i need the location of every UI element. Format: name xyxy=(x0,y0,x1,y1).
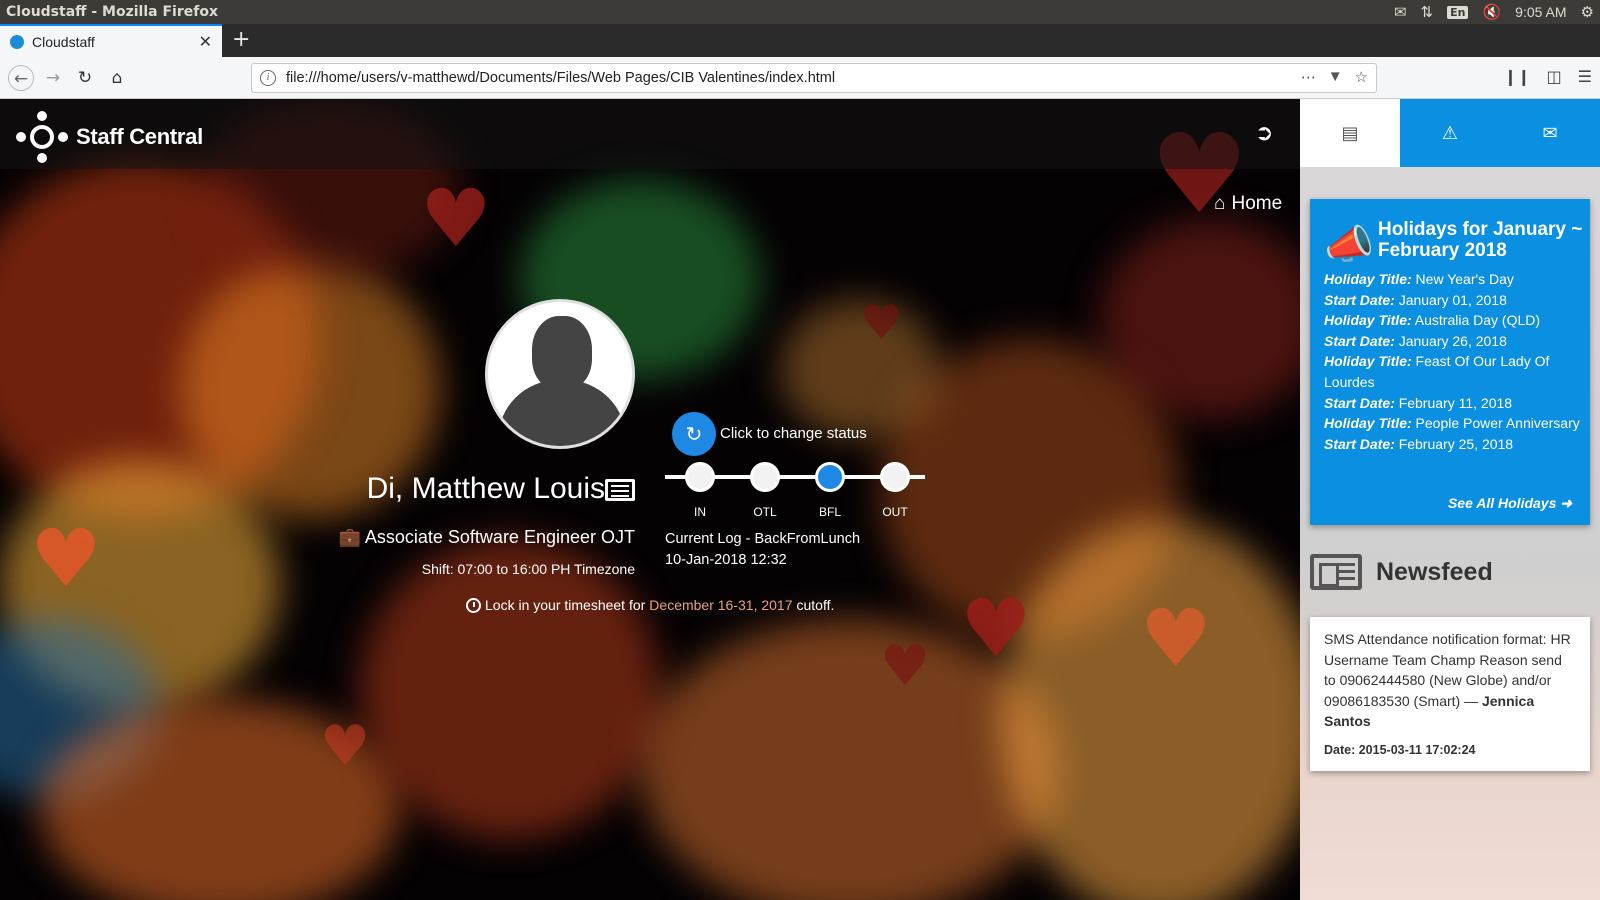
avatar-body xyxy=(498,380,626,446)
see-all-holidays-link[interactable]: See All Holidays ➜ xyxy=(1448,495,1572,512)
back-button[interactable]: ← xyxy=(8,65,34,91)
chat-icon[interactable]: ✉ xyxy=(1394,3,1407,21)
cloudstaff-favicon-icon xyxy=(10,34,24,49)
current-log-label: Current Log - BackFromLunch xyxy=(665,531,861,547)
arrow-right-icon: ➜ xyxy=(1560,495,1572,511)
change-status-button[interactable]: ↻ xyxy=(672,412,716,456)
timesheet-prefix: Lock in your timesheet for xyxy=(485,597,646,613)
status-step-label: IN xyxy=(694,505,706,519)
newspaper-icon: ▤ xyxy=(1341,122,1359,144)
status-step-bfl[interactable] xyxy=(815,462,845,492)
tab-alerts[interactable]: ⚠ xyxy=(1400,99,1500,167)
browser-nav-bar: ← → ↻ ⌂ i file:///home/users/v-matthewd/… xyxy=(0,57,1600,99)
job-title: 💼 Associate Software Engineer OJT xyxy=(300,527,635,548)
holiday-item-date: Start Date: January 01, 2018 xyxy=(1324,291,1507,308)
holiday-item-date: Start Date: January 26, 2018 xyxy=(1324,332,1507,349)
new-tab-button[interactable]: + xyxy=(232,27,250,52)
site-info-icon[interactable]: i xyxy=(260,70,276,86)
network-icon[interactable]: ⇅ xyxy=(1421,3,1434,21)
holiday-item: Holiday Title: Feast Of Our Lady Of Lour… xyxy=(1324,353,1550,390)
volume-muted-icon[interactable]: 🔇 xyxy=(1482,3,1501,21)
close-tab-icon[interactable]: ✕ xyxy=(199,32,212,52)
breadcrumb[interactable]: ⌂ Home xyxy=(1214,193,1282,215)
holiday-item-date: Start Date: February 25, 2018 xyxy=(1324,435,1514,452)
holiday-item: Holiday Title: Australia Day (QLD) xyxy=(1324,312,1541,329)
news-date: Date: 2015-03-11 17:02:24 xyxy=(1324,742,1476,757)
url-actions: ⋯ ▼ ☆ xyxy=(1301,68,1368,86)
sidebar-tabs: ▤ ⚠ ✉ xyxy=(1300,99,1600,167)
breadcrumb-home[interactable]: Home xyxy=(1231,193,1282,215)
id-card-icon[interactable] xyxy=(605,479,635,501)
menu-icon[interactable]: ☰ xyxy=(1578,67,1592,86)
holidays-card: 📣 Holidays for January ~ February 2018 H… xyxy=(1310,199,1590,525)
timesheet-suffix: cutoff. xyxy=(796,597,835,613)
status-step-in[interactable] xyxy=(685,462,715,492)
staff-central-logo[interactable]: Staff Central xyxy=(16,111,203,163)
status-step-label: OTL xyxy=(753,505,777,519)
newsfeed-heading: Newsfeed xyxy=(1310,554,1493,590)
settings-gear-icon[interactable]: ⚙ xyxy=(1581,3,1594,21)
logo-icon xyxy=(16,111,68,163)
avatar[interactable] xyxy=(485,299,635,449)
avatar-head xyxy=(532,316,592,390)
tab-title: Cloudstaff xyxy=(32,33,95,50)
timesheet-lock-note: Lock in your timesheet for December 16-3… xyxy=(466,597,834,613)
user-name: Di, Matthew Louis xyxy=(366,472,605,505)
url-text[interactable]: file:///home/users/v-matthewd/Documents/… xyxy=(286,70,835,86)
clock-icon xyxy=(466,597,481,613)
os-tray: ✉ ⇅ En 🔇 9:05 AM ⚙ xyxy=(1394,0,1594,24)
logo-text: Staff Central xyxy=(76,124,203,149)
os-top-bar: Cloudstaff - Mozilla Firefox ✉ ⇅ En 🔇 9:… xyxy=(0,0,1600,24)
holidays-title: Holidays for January ~ February 2018 xyxy=(1378,219,1583,261)
browser-tab-strip: Cloudstaff ✕ + xyxy=(0,24,1600,57)
news-card[interactable]: SMS Attendance notification format: HR U… xyxy=(1310,617,1590,771)
timesheet-period-link[interactable]: December 16-31, 2017 xyxy=(649,597,792,613)
current-log-time: 10-Jan-2018 12:32 xyxy=(665,552,787,568)
see-all-holidays-label[interactable]: See All Holidays xyxy=(1448,495,1556,511)
shift-info: Shift: 07:00 to 16:00 PH Timezone xyxy=(421,561,635,577)
status-step-out[interactable] xyxy=(880,462,910,492)
newspaper-icon xyxy=(1310,554,1362,590)
sidebar-toggle-icon[interactable]: ◫ xyxy=(1547,67,1562,86)
web-page: ♥ ♥ ♥ ♥ ♥ ♥ ♥ ♥ Staff Central ➲ ⌂ Home D… xyxy=(0,99,1600,900)
briefcase-icon: 💼 xyxy=(338,527,361,547)
bookmark-star-icon[interactable]: ☆ xyxy=(1355,68,1368,86)
keyboard-language[interactable]: En xyxy=(1447,5,1469,19)
home-icon: ⌂ xyxy=(1214,193,1226,214)
status-step-otl[interactable] xyxy=(750,462,780,492)
reload-button[interactable]: ↻ xyxy=(72,65,98,91)
logout-icon[interactable]: ➲ xyxy=(1255,121,1273,146)
status-step-label: OUT xyxy=(882,505,908,519)
megaphone-icon: 📣 xyxy=(1324,223,1374,267)
page-actions-icon[interactable]: ⋯ xyxy=(1301,68,1316,86)
holiday-item: Holiday Title: New Year's Day xyxy=(1324,271,1514,287)
holiday-item-date: Start Date: February 11, 2018 xyxy=(1324,394,1513,411)
tab-newsfeed[interactable]: ▤ xyxy=(1300,99,1400,167)
status-step-label: BFL xyxy=(818,505,841,519)
warning-icon: ⚠ xyxy=(1441,122,1459,144)
clock[interactable]: 9:05 AM xyxy=(1515,4,1566,20)
envelope-open-icon: ✉ xyxy=(1542,122,1558,144)
right-sidebar: ▤ ⚠ ✉ 📣 Holidays for January ~ February … xyxy=(1300,99,1600,900)
library-icon[interactable]: ❙❙ xyxy=(1504,67,1531,86)
toolbar-right: ❙❙ ◫ ☰ xyxy=(1504,67,1592,86)
window-title: Cloudstaff - Mozilla Firefox xyxy=(6,4,218,20)
holiday-item: Holiday Title: People Power Anniversary xyxy=(1324,415,1580,432)
newsfeed-title: Newsfeed xyxy=(1376,557,1493,586)
forward-button[interactable]: → xyxy=(40,65,66,91)
holiday-list: Holiday Title: New Year's Day Start Date… xyxy=(1324,269,1582,454)
home-button[interactable]: ⌂ xyxy=(104,65,130,91)
job-title-text: Associate Software Engineer OJT xyxy=(364,527,635,547)
pocket-icon[interactable]: ▼ xyxy=(1328,68,1343,86)
news-message: SMS Attendance notification format: HR U… xyxy=(1324,629,1576,732)
valentine-bokeh-background: ♥ ♥ ♥ ♥ ♥ ♥ ♥ ♥ xyxy=(0,99,1300,900)
current-log: Current Log - BackFromLunch 10-Jan-2018 … xyxy=(665,529,860,571)
change-status-label[interactable]: Click to change status xyxy=(720,425,867,442)
url-bar[interactable]: i file:///home/users/v-matthewd/Document… xyxy=(251,63,1377,93)
tab-messages[interactable]: ✉ xyxy=(1500,99,1600,167)
browser-tab[interactable]: Cloudstaff ✕ xyxy=(0,24,222,57)
app-header: Staff Central ➲ xyxy=(0,99,1300,169)
